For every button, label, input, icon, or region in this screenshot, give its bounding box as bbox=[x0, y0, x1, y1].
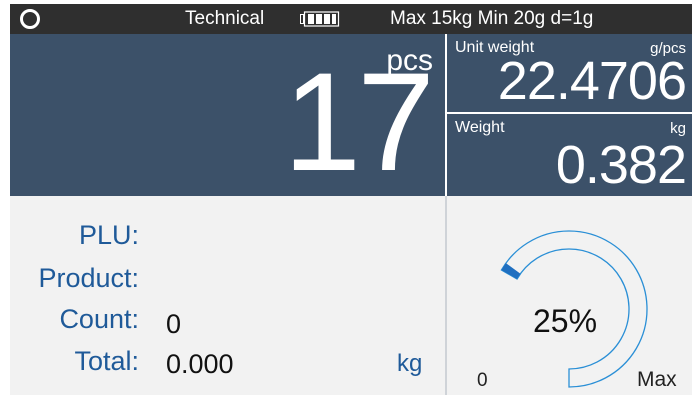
gauge-max-label: Max bbox=[637, 368, 677, 391]
total-label: Total: bbox=[74, 346, 139, 376]
total-value: 0.000 bbox=[166, 349, 234, 379]
count-display: pcs 17 bbox=[10, 34, 445, 196]
weight-display: Weight kg 0.382 bbox=[447, 114, 692, 196]
mode-label: Technical bbox=[185, 8, 265, 29]
gauge-min-label: 0 bbox=[477, 370, 488, 391]
plu-label: PLU: bbox=[78, 220, 139, 250]
piece-count: 17 bbox=[283, 43, 435, 200]
load-gauge: 25% 0 Max bbox=[447, 196, 692, 395]
gauge-percent: 25% bbox=[533, 303, 598, 339]
gauge-graphic bbox=[500, 230, 648, 388]
gauge-fill bbox=[501, 263, 521, 279]
unit-weight-display: Unit weight g/pcs 22.4706 bbox=[447, 34, 692, 112]
battery-icon bbox=[300, 11, 340, 27]
count-label: Count: bbox=[59, 304, 139, 334]
unit-weight-value: 22.4706 bbox=[497, 51, 687, 111]
weight-label: Weight bbox=[455, 119, 505, 136]
weight-value: 0.382 bbox=[555, 135, 687, 195]
status-bar: Technical Max 15kg Min 20g d=1g bbox=[10, 4, 692, 34]
count-value: 0 bbox=[166, 309, 182, 339]
product-label: Product: bbox=[38, 263, 139, 293]
capacity-spec: Max 15kg Min 20g d=1g bbox=[390, 8, 594, 29]
total-unit: kg bbox=[397, 350, 423, 377]
info-panel: PLU: Product: Count: 0 Total: 0.000 kg bbox=[10, 196, 445, 395]
power-icon[interactable] bbox=[20, 9, 40, 29]
scale-screen: Technical Max 15kg Min 20g d=1g pcs 17 U… bbox=[10, 4, 692, 395]
